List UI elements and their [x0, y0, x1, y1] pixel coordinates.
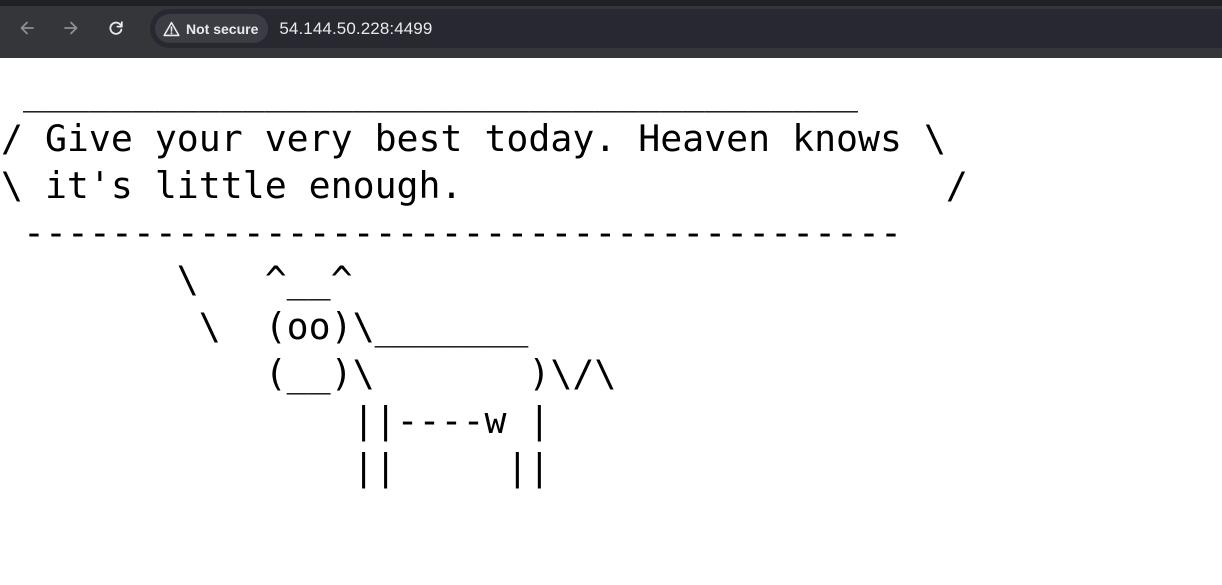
url-text[interactable]: 54.144.50.228:4499 [279, 19, 432, 39]
tab-strip [0, 0, 1222, 6]
page-content: ______________________________________ /… [0, 58, 1222, 585]
reload-icon [109, 21, 123, 35]
reload-button[interactable] [100, 12, 132, 44]
security-indicator[interactable]: Not secure [155, 14, 269, 43]
back-button[interactable] [11, 12, 43, 44]
security-label: Not secure [186, 20, 259, 37]
arrow-left-icon [20, 21, 34, 35]
arrow-right-icon [64, 21, 78, 35]
cowsay-output: ______________________________________ /… [1, 70, 968, 489]
address-bar[interactable]: Not secure 54.144.50.228:4499 [150, 9, 1222, 48]
forward-button[interactable] [55, 12, 87, 44]
browser-toolbar: Not secure 54.144.50.228:4499 [0, 0, 1222, 58]
warning-triangle-icon [163, 21, 180, 36]
